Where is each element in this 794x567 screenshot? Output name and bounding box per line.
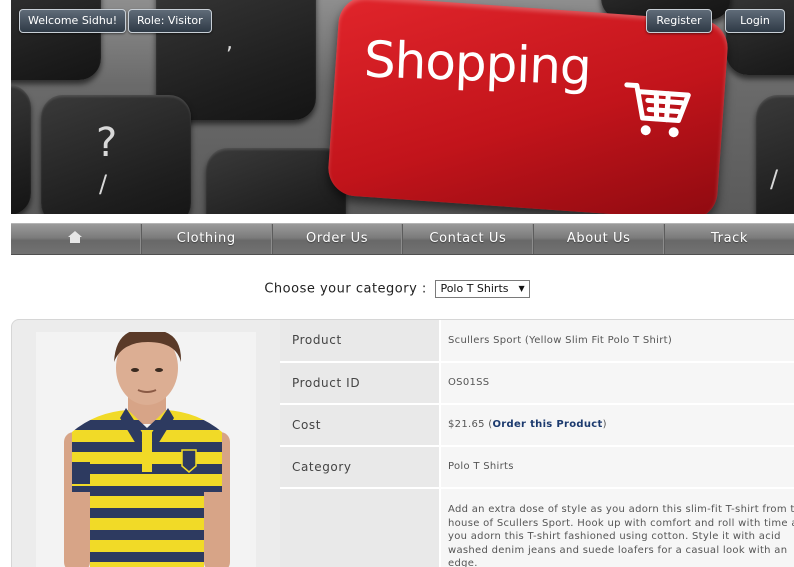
keyboard-key [11, 85, 31, 214]
row-value: $21.65 (Order this Product) [441, 405, 794, 445]
nav-track[interactable]: Track [664, 224, 794, 254]
nav-contact-us[interactable]: Contact Us [402, 224, 534, 254]
chevron-down-icon[interactable]: ▼ [519, 281, 525, 297]
welcome-badge: Welcome Sidhu! [19, 9, 127, 33]
nav-about-us[interactable]: About Us [533, 224, 665, 254]
key-glyph: / [770, 165, 779, 193]
register-button[interactable]: Register [646, 9, 712, 33]
login-button[interactable]: Login [725, 9, 785, 33]
table-row: Cost $21.65 (Order this Product) [280, 405, 794, 447]
keyboard-key: / [756, 95, 794, 214]
shopping-cart-icon [624, 82, 691, 138]
nav-order-us[interactable]: Order Us [271, 224, 403, 254]
category-selected-value: Polo T Shirts [440, 282, 509, 295]
role-badge: Role: Visitor [128, 9, 212, 33]
row-label [280, 489, 441, 567]
link-paren-close: ) [602, 419, 607, 430]
product-details-table: Product Scullers Sport (Yellow Slim Fit … [280, 320, 794, 567]
key-glyph: / [99, 170, 108, 198]
row-label: Category [280, 447, 441, 487]
row-value: Polo T Shirts [441, 447, 794, 487]
row-label: Cost [280, 405, 441, 445]
product-description: Add an extra dose of style as you adorn … [441, 489, 794, 567]
row-label: Product [280, 320, 441, 361]
table-row: Add an extra dose of style as you adorn … [280, 489, 794, 567]
product-image [36, 332, 256, 567]
category-select[interactable]: Polo T Shirts ▼ [435, 280, 530, 298]
row-value: OS01SS [441, 363, 794, 403]
category-label: Choose your category : [264, 281, 427, 297]
key-glyph: ? [96, 120, 118, 166]
keyboard-key [206, 148, 346, 214]
category-row: Choose your category : Polo T Shirts ▼ [0, 280, 794, 298]
main-nav: Clothing Order Us Contact Us About Us Tr… [11, 223, 794, 255]
product-price: $21.65 [448, 419, 485, 430]
order-product-link[interactable]: Order this Product [492, 419, 602, 430]
table-row: Product ID OS01SS [280, 363, 794, 405]
shopping-key-text: Shopping [363, 30, 592, 97]
key-glyph: , [226, 30, 233, 55]
header-banner: , ? / / Shopping Welcome Sidhu! Role: Vi… [11, 0, 794, 214]
table-row: Product Scullers Sport (Yellow Slim Fit … [280, 320, 794, 363]
keyboard-key: ? / [41, 95, 191, 214]
nav-home[interactable] [11, 224, 141, 254]
row-value: Scullers Sport (Yellow Slim Fit Polo T S… [441, 320, 794, 361]
row-label: Product ID [280, 363, 441, 403]
product-panel: Product Scullers Sport (Yellow Slim Fit … [11, 319, 794, 567]
home-icon[interactable] [68, 230, 83, 243]
model-in-polo-shirt-icon [36, 332, 256, 567]
nav-clothing[interactable]: Clothing [140, 224, 272, 254]
table-row: Category Polo T Shirts [280, 447, 794, 489]
